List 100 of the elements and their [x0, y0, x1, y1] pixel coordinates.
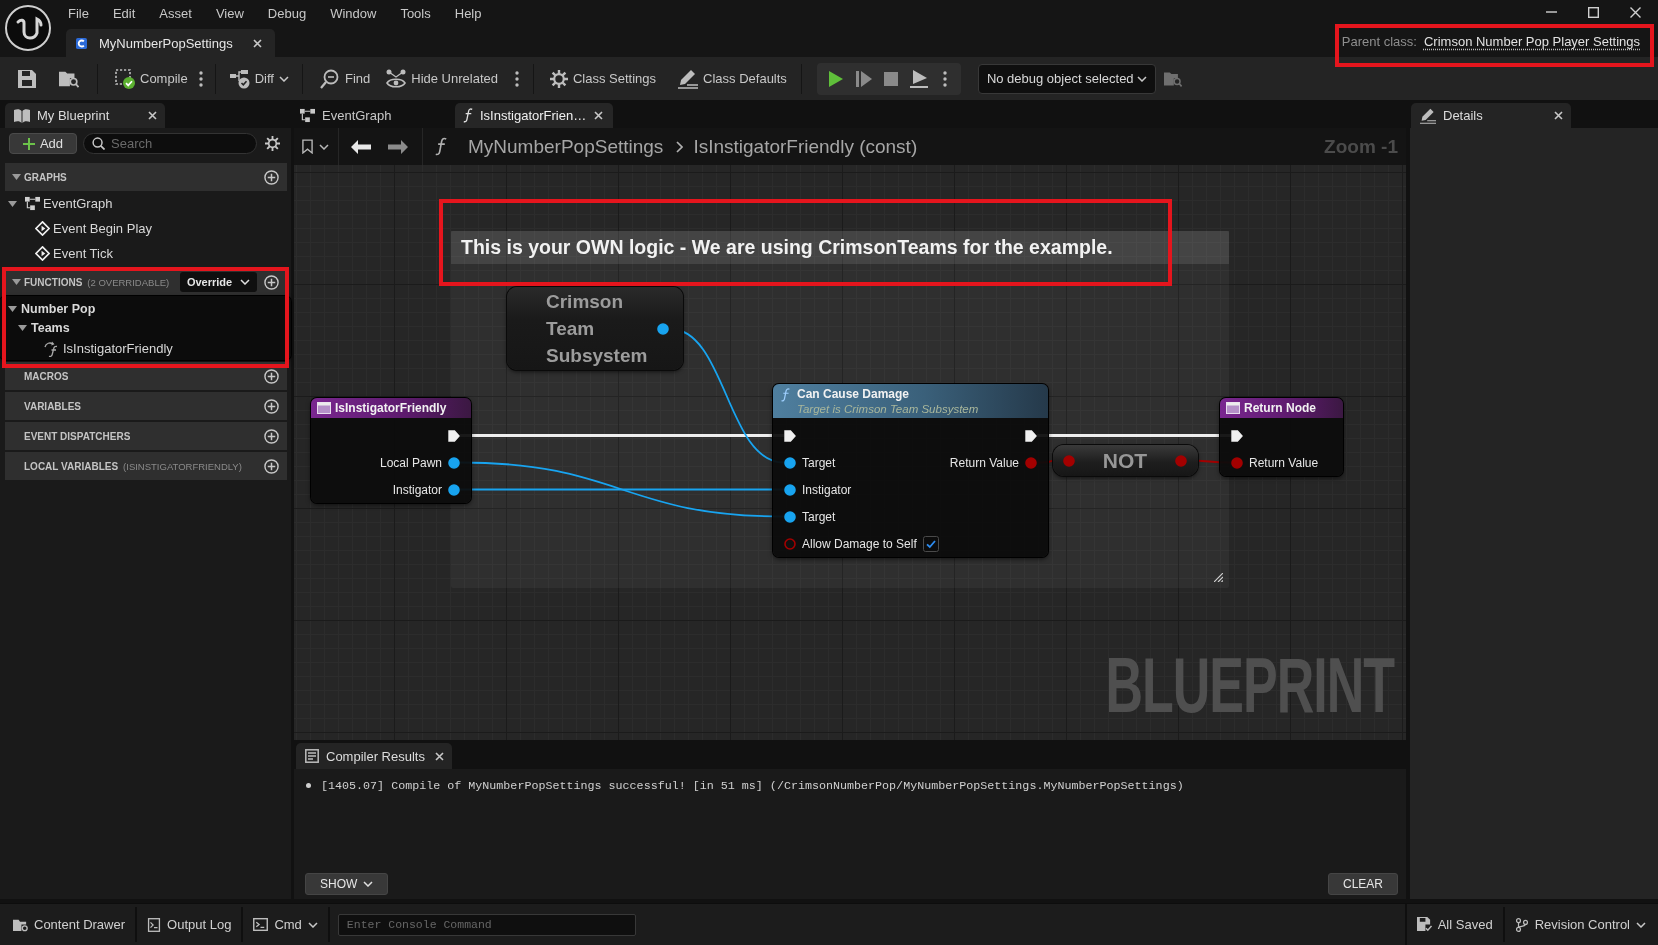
compile-button[interactable]: Compile: [109, 63, 194, 94]
close-icon[interactable]: [148, 111, 157, 120]
pin-icon[interactable]: [784, 510, 796, 523]
class-defaults-button[interactable]: Class Defaults: [672, 63, 793, 94]
chevron-down-icon: [240, 279, 251, 285]
caret-down-icon[interactable]: [8, 305, 17, 312]
pin-icon[interactable]: [448, 483, 460, 496]
tree-item[interactable]: EventGraph: [0, 191, 291, 216]
exec-pin-icon[interactable]: [1025, 429, 1037, 442]
caret-down-icon[interactable]: [8, 200, 17, 207]
add-circle-icon[interactable]: [264, 458, 279, 474]
caret-down-icon[interactable]: [12, 279, 21, 285]
menu-item[interactable]: File: [56, 4, 101, 24]
close-icon[interactable]: [1554, 111, 1563, 120]
search-field[interactable]: Search: [83, 133, 257, 154]
menu-item[interactable]: View: [203, 4, 256, 24]
output-log-button[interactable]: Output Log: [137, 907, 244, 942]
class-settings-button[interactable]: Class Settings: [543, 63, 663, 94]
gear-icon[interactable]: [265, 136, 280, 151]
add-button[interactable]: Add: [9, 133, 77, 154]
caret-down-icon[interactable]: [12, 174, 21, 180]
menu-item[interactable]: Debug: [255, 4, 319, 24]
checkbox[interactable]: [922, 535, 939, 552]
graph-icon: [300, 108, 315, 123]
show-button[interactable]: SHOW: [305, 873, 389, 895]
section-header[interactable]: EVENT DISPATCHERS: [5, 422, 287, 450]
graph-canvas[interactable]: [294, 165, 1406, 740]
pin-icon[interactable]: [784, 456, 796, 469]
node-title: Crimson Team Subsystem: [545, 290, 649, 368]
exec-pin-icon[interactable]: [784, 429, 796, 442]
tree-item[interactable]: Event Tick: [0, 241, 291, 266]
section-title: LOCAL VARIABLES: [24, 460, 119, 472]
close-icon[interactable]: [253, 38, 262, 48]
cmd-dropdown[interactable]: Cmd: [243, 907, 330, 942]
tree-item[interactable]: Teams: [0, 318, 291, 337]
pin-icon[interactable]: [784, 483, 796, 496]
breadcrumb-item[interactable]: MyNumberPopSettings: [468, 135, 664, 158]
document-tab[interactable]: MyNumberPopSettings: [66, 29, 275, 57]
add-circle-icon[interactable]: [264, 169, 279, 185]
node-title: IsInstigatorFriendly: [335, 400, 447, 416]
section-header[interactable]: LOCAL VARIABLES (ISINSTIGATORFRIENDLY): [5, 452, 287, 480]
revision-control-button[interactable]: Revision Control: [1504, 907, 1654, 942]
panel-tab[interactable]: My Blueprint: [5, 103, 165, 128]
content-drawer-button[interactable]: Content Drawer: [3, 907, 138, 942]
menu-item[interactable]: Asset: [147, 4, 204, 24]
step-icon: [855, 70, 872, 87]
panel-tab[interactable]: Compiler Results: [296, 743, 452, 769]
panel-tab[interactable]: Details: [1411, 103, 1571, 128]
close-icon[interactable]: [435, 751, 444, 761]
add-circle-icon[interactable]: [264, 398, 279, 414]
save-status-button[interactable]: All Saved: [1406, 907, 1505, 942]
section-header[interactable]: VARIABLES: [5, 392, 287, 420]
log-icon: [147, 917, 162, 932]
tree-item[interactable]: IsInstigatorFriendly: [0, 337, 291, 360]
debug-object-dropdown[interactable]: No debug object selected: [977, 63, 1156, 94]
override-dropdown[interactable]: Override: [180, 272, 257, 292]
getter-node[interactable]: Crimson Team Subsystem: [507, 287, 683, 370]
comment-title[interactable]: This is your OWN logic - We are using CrimsonTeams for the example.: [451, 231, 1229, 264]
window-icon: [1226, 402, 1240, 414]
section-header[interactable]: GRAPHS: [5, 163, 287, 191]
function-call-node[interactable]: Can Cause Damage Target is Crimson Team Subsystem Target Instigator Target Allow Damage to Self Return Value: [773, 384, 1048, 557]
add-circle-icon[interactable]: [264, 428, 279, 444]
caret-down-icon[interactable]: [18, 324, 27, 331]
hide-unrelated-button[interactable]: Hide Unrelated: [380, 63, 504, 94]
clear-button[interactable]: CLEAR: [1328, 873, 1398, 895]
parent-class-link[interactable]: Crimson Number Pop Player Settings: [1423, 34, 1640, 50]
resize-grip-icon[interactable]: [1214, 573, 1223, 582]
stop-icon: [883, 71, 898, 86]
diff-button[interactable]: Diff: [223, 63, 295, 94]
tree-item[interactable]: Number Pop: [0, 299, 291, 318]
search-icon: [92, 137, 105, 150]
exec-pin-icon[interactable]: [448, 429, 460, 442]
console-input[interactable]: Enter Console Command: [337, 913, 636, 936]
pencil-icon: [1420, 107, 1436, 124]
breadcrumb-item[interactable]: IsInstigatorFriendly (const): [693, 135, 918, 158]
function-entry-node[interactable]: IsInstigatorFriendly Local Pawn Instigator: [311, 398, 471, 503]
exec-pin-icon[interactable]: [1231, 429, 1243, 442]
menu-item[interactable]: Tools: [388, 4, 443, 24]
pin-icon[interactable]: [448, 456, 460, 469]
section-title: FUNCTIONS: [24, 276, 83, 288]
menu-item[interactable]: Window: [318, 4, 389, 24]
bullet-icon: [306, 783, 311, 788]
graph-tab[interactable]: EventGraph: [296, 103, 449, 128]
menu-item[interactable]: Help: [442, 4, 494, 24]
return-node[interactable]: Return Node Return Value: [1220, 398, 1343, 476]
forward-arrow-icon: [388, 139, 408, 154]
find-button[interactable]: Find: [313, 63, 377, 94]
tree-item[interactable]: Event Begin Play: [0, 216, 291, 241]
add-circle-icon[interactable]: [264, 368, 279, 384]
close-icon[interactable]: [594, 111, 603, 120]
add-circle-icon[interactable]: [264, 274, 279, 290]
section-title: EVENT DISPATCHERS: [24, 430, 131, 442]
pin-icon[interactable]: [657, 322, 669, 335]
node-title: NOT: [1102, 448, 1148, 473]
play-icon: [827, 70, 844, 87]
grid-check-icon: [115, 68, 135, 89]
menu-item[interactable]: Edit: [100, 4, 148, 24]
graph-tab[interactable]: IsInstigatorFrien…: [455, 103, 613, 128]
logo-icon[interactable]: [5, 5, 51, 51]
maximize-icon: [1587, 6, 1599, 18]
